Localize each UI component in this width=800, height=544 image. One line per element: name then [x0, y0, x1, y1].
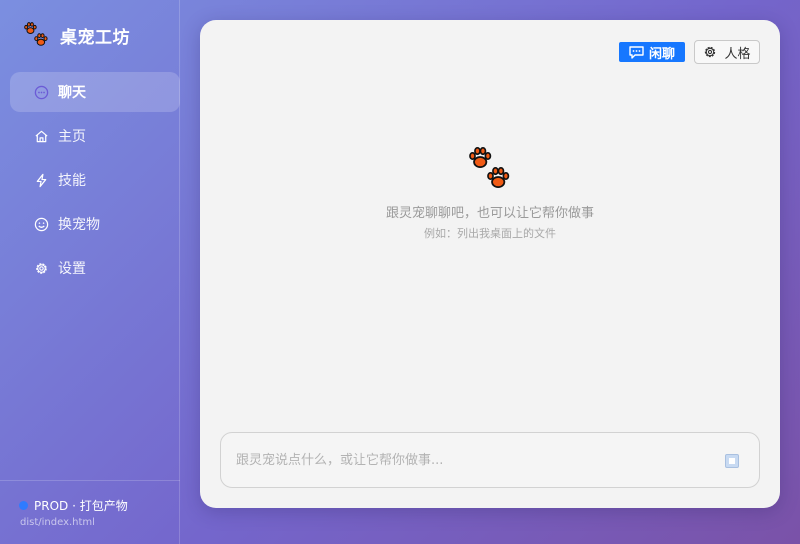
- sidebar-item-switch-pet[interactable]: 换宠物: [10, 204, 180, 244]
- env-label: PROD · 打包产物: [34, 499, 128, 513]
- sidebar-item-label: 设置: [58, 261, 86, 277]
- env-path: dist/index.html: [20, 517, 95, 528]
- send-button[interactable]: [725, 454, 739, 468]
- env-indicator: PROD · 打包产物: [19, 497, 128, 514]
- persona-button[interactable]: 人格: [694, 40, 760, 64]
- brand: 桌宠工坊: [22, 20, 130, 50]
- paw-icon: [469, 146, 510, 188]
- sidebar-footer: PROD · 打包产物 dist/index.html: [0, 480, 180, 544]
- persona-button-label: 人格: [724, 46, 751, 62]
- sidebar-item-chat[interactable]: 聊天: [10, 72, 180, 112]
- gear-icon: [33, 260, 49, 276]
- lightning-icon: [33, 172, 49, 188]
- chat-input[interactable]: [236, 433, 706, 487]
- sidebar-item-home[interactable]: 主页: [10, 116, 180, 156]
- sidebar: 桌宠工坊 聊天 主页 技能 换宠物 设置 PROD · 打包产物 dist/in…: [0, 0, 180, 544]
- empty-state-hint: 跟灵宠聊聊吧，也可以让它帮你做事: [385, 206, 594, 221]
- sidebar-item-label: 技能: [58, 173, 86, 189]
- chat-bubble-icon: [33, 84, 49, 100]
- sidebar-item-settings[interactable]: 设置: [10, 248, 180, 288]
- empty-state-example: 例如：列出我桌面上的文件: [424, 227, 556, 240]
- sidebar-item-skills[interactable]: 技能: [10, 160, 180, 200]
- smile-icon: [33, 216, 49, 232]
- message-icon: [629, 45, 644, 59]
- sidebar-item-label: 聊天: [58, 85, 86, 101]
- status-dot: [19, 501, 28, 510]
- mode-badge-label: 闲聊: [648, 46, 675, 62]
- gear-icon: [703, 45, 717, 59]
- sidebar-item-label: 主页: [58, 129, 86, 145]
- paw-icon: [24, 22, 48, 46]
- home-icon: [33, 128, 49, 144]
- chat-panel: 闲聊 人格 跟灵宠聊聊吧，也可以让它帮你做事 例如：列出我桌面上的文件: [200, 20, 780, 508]
- sidebar-nav: 聊天 主页 技能 换宠物 设置: [10, 72, 180, 292]
- mode-badge[interactable]: 闲聊: [619, 42, 685, 62]
- chat-input-box: [220, 432, 760, 488]
- brand-name: 桌宠工坊: [60, 27, 130, 48]
- sidebar-item-label: 换宠物: [58, 217, 100, 233]
